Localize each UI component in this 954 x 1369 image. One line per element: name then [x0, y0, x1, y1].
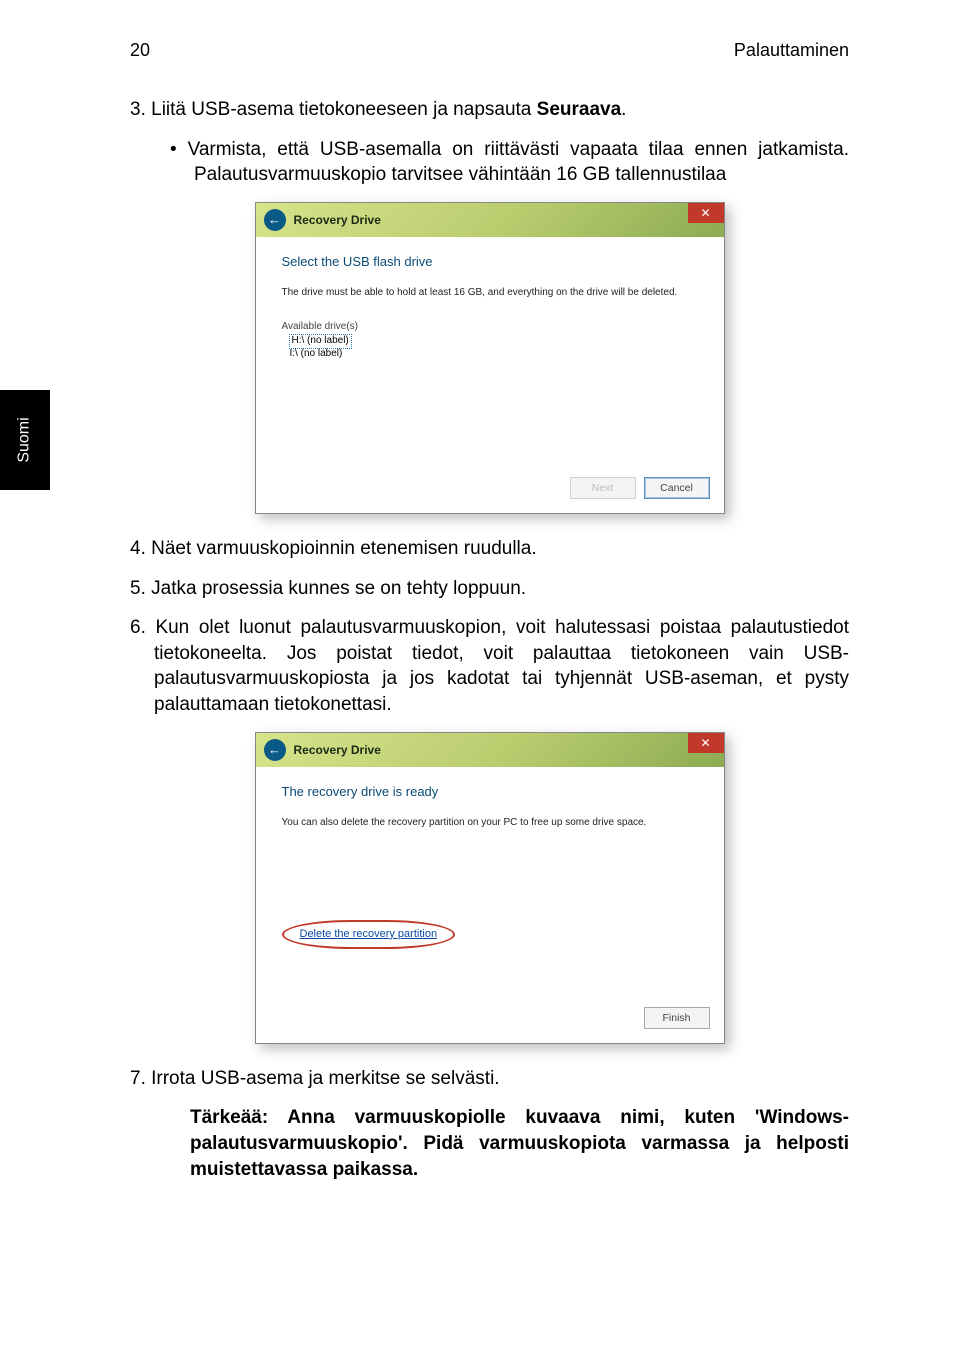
step-3: 3. Liitä USB-asema tietokoneeseen ja nap… [130, 97, 849, 123]
delete-partition-link[interactable]: Delete the recovery partition [290, 925, 448, 944]
page-header: 20 Palauttaminen [130, 40, 849, 61]
dialog-title: Recovery Drive [294, 212, 381, 228]
step-4: 4. Näet varmuuskopioinnin etenemisen ruu… [130, 536, 849, 562]
drive-i-label: I:\ (no label) [290, 348, 343, 359]
step-5: 5. Jatka prosessia kunnes se on tehty lo… [130, 576, 849, 602]
drive-item-i[interactable]: I:\ (no label) [282, 348, 698, 361]
dialog-titlebar: ← Recovery Drive ✕ [256, 203, 724, 237]
back-button[interactable]: ← [264, 739, 286, 761]
arrow-left-icon: ← [268, 211, 281, 229]
arrow-left-icon: ← [268, 741, 281, 759]
drive-item-h[interactable]: H:\ (no label) [282, 335, 698, 348]
step-6: 6. Kun olet luonut palautusvarmuuskopion… [130, 615, 849, 718]
next-button[interactable]: Next [570, 477, 636, 499]
back-button[interactable]: ← [264, 209, 286, 231]
language-side-tab: Suomi [0, 390, 50, 490]
recovery-dialog-select-drive: ← Recovery Drive ✕ Select the USB flash … [255, 202, 725, 514]
step-3-number: 3. [130, 99, 151, 120]
dialog-titlebar: ← Recovery Drive ✕ [256, 733, 724, 767]
step-7: 7. Irrota USB-asema ja merkitse se selvä… [130, 1066, 849, 1092]
step-3-text-c: . [621, 99, 626, 120]
dialog-subtext: You can also delete the recovery partiti… [282, 816, 698, 830]
close-button[interactable]: ✕ [688, 203, 724, 223]
drive-h-label: H:\ (no label) [290, 335, 351, 348]
important-note: Tärkeää: Anna varmuuskopiolle kuvaava ni… [190, 1105, 849, 1182]
cancel-button[interactable]: Cancel [644, 477, 710, 499]
side-tab-label: Suomi [16, 417, 34, 462]
step-3-text-a: Liitä USB-asema tietokoneeseen ja napsau… [151, 99, 537, 120]
page-number: 20 [130, 40, 150, 61]
dialog-subtext: The drive must be able to hold at least … [282, 286, 698, 300]
finish-button[interactable]: Finish [644, 1007, 710, 1029]
available-drives-label: Available drive(s) [282, 320, 698, 334]
dialog-heading: Select the USB flash drive [282, 253, 698, 271]
section-title: Palauttaminen [734, 40, 849, 61]
highlight-circle: Delete the recovery partition [282, 920, 456, 949]
recovery-dialog-ready: ← Recovery Drive ✕ The recovery drive is… [255, 732, 725, 1044]
dialog-heading: The recovery drive is ready [282, 783, 698, 801]
close-icon: ✕ [700, 735, 710, 751]
step-3-bold: Seuraava [537, 99, 622, 120]
close-icon: ✕ [700, 205, 710, 221]
step-3-bullet: Varmista, että USB-asemalla on riittäväs… [170, 137, 849, 188]
close-button[interactable]: ✕ [688, 733, 724, 753]
dialog-title: Recovery Drive [294, 742, 381, 758]
